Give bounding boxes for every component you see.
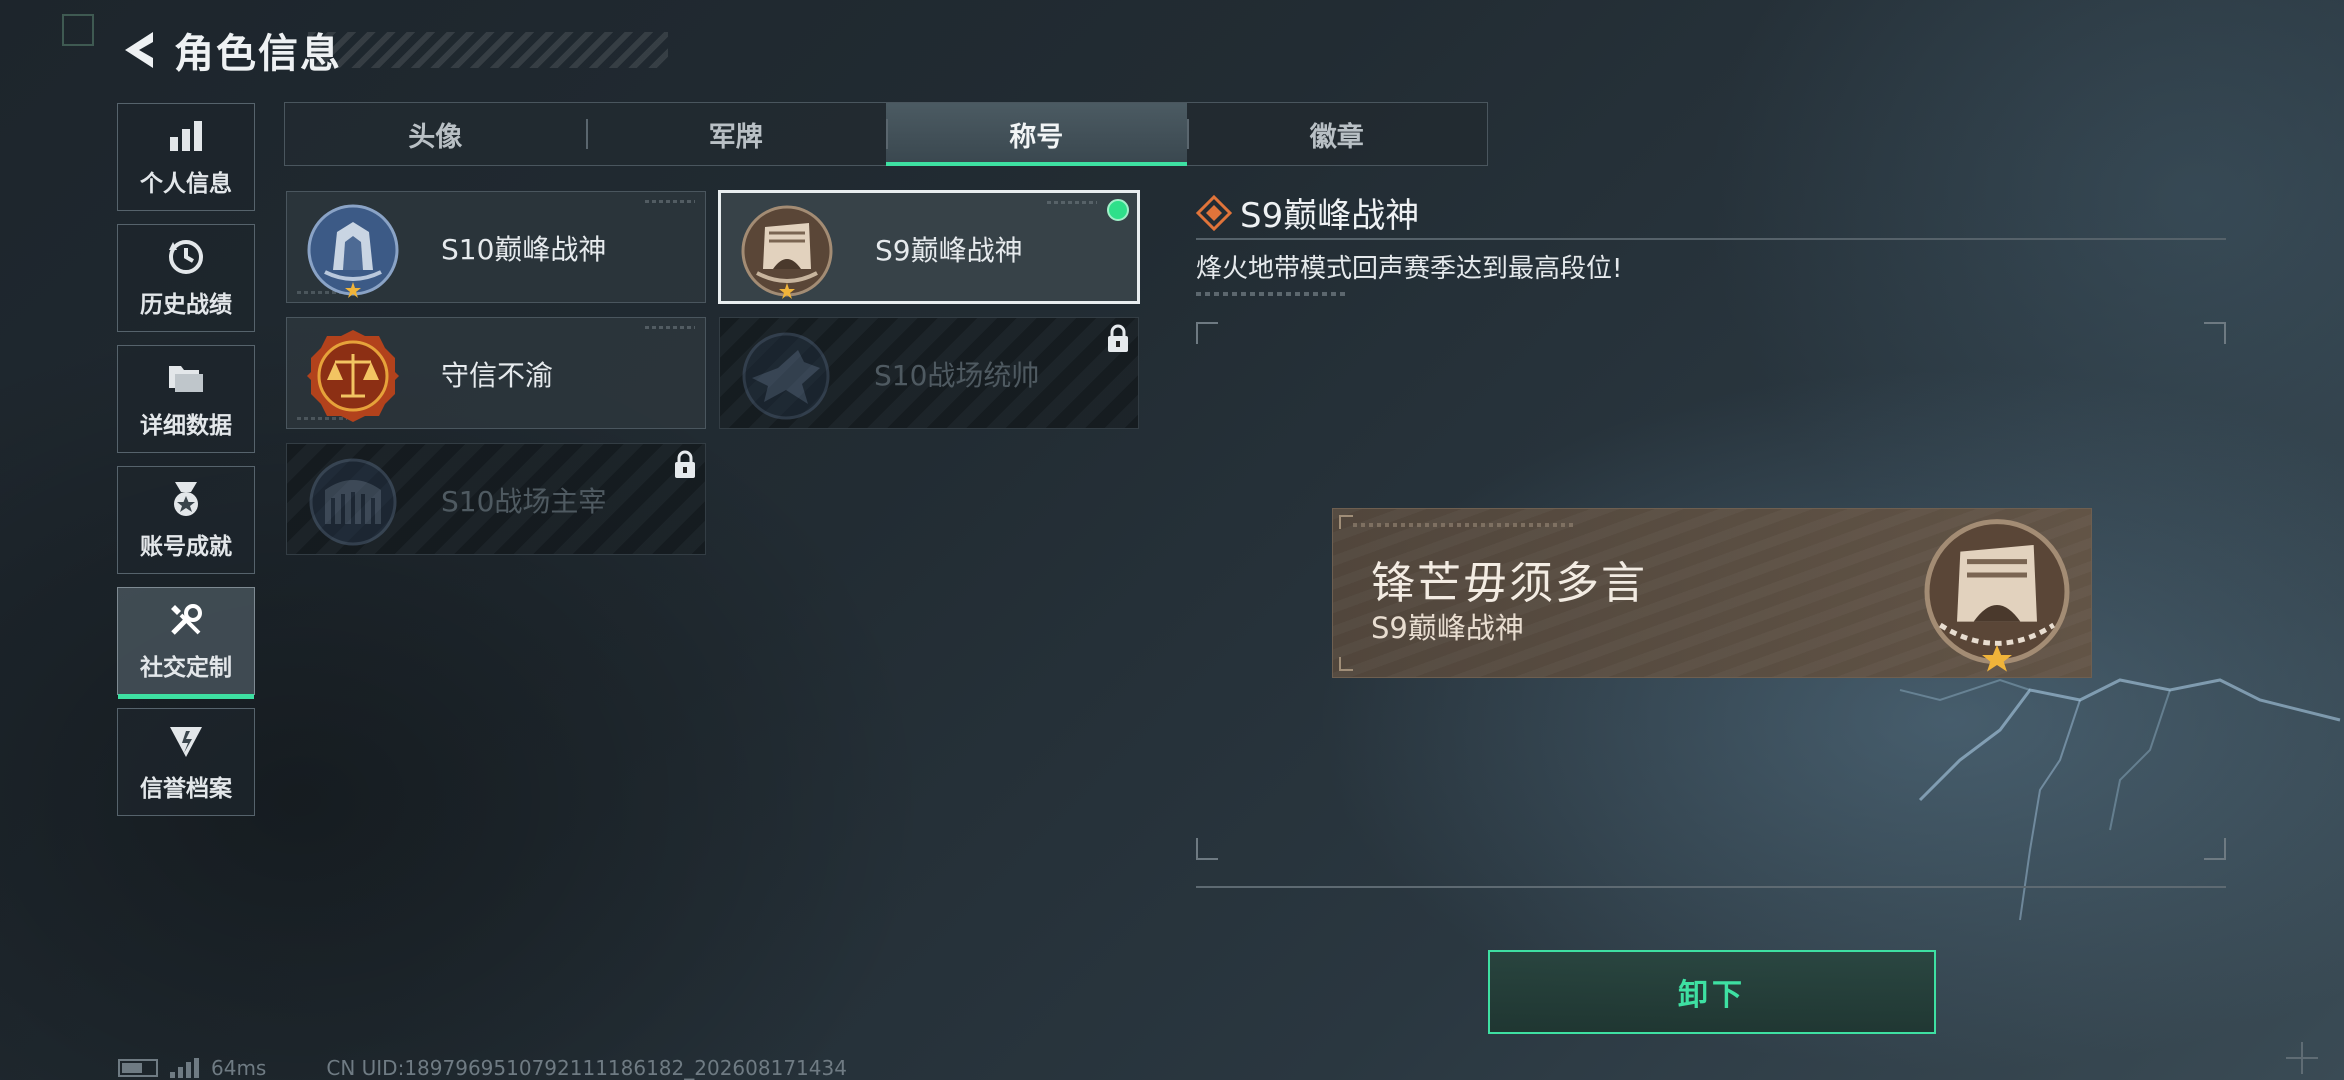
battery-icon <box>118 1059 158 1077</box>
detail-header: S9巅峰战神 <box>1196 188 1419 237</box>
nav-label: 个人信息 <box>140 171 232 197</box>
tab-dog-tag[interactable]: 军牌 <box>585 103 887 165</box>
title-card-label: S10战场统帅 <box>874 359 1040 392</box>
s10-dominator-emblem-icon <box>309 458 397 546</box>
equipped-indicator-icon <box>1107 199 1129 221</box>
page-header: 角色信息 <box>118 22 668 78</box>
tab-avatar[interactable]: 头像 <box>285 103 586 165</box>
side-nav: 个人信息 历史战绩 详细数据 账号成就 社交定制 信誉档案 <box>117 103 255 829</box>
scales-of-justice-emblem-icon <box>307 330 399 422</box>
folder-icon <box>166 358 206 398</box>
unequip-button-label: 卸下 <box>1678 978 1746 1013</box>
frame-bottom-divider <box>1196 886 2226 888</box>
lock-icon <box>675 450 695 478</box>
title-card-label: 守信不渝 <box>441 359 554 392</box>
nav-label: 详细数据 <box>140 413 232 439</box>
detail-dashes-decoration <box>1196 292 1346 296</box>
back-arrow-icon[interactable] <box>118 27 160 73</box>
bar-chart-icon <box>166 116 206 156</box>
nav-item-reputation[interactable]: 信誉档案 <box>117 708 255 816</box>
detail-divider <box>1196 238 2226 240</box>
title-card-selected[interactable]: S9巅峰战神 <box>718 190 1140 304</box>
frame-corner-tl <box>1196 322 1218 344</box>
diamond-title-icon <box>1196 194 1232 231</box>
preview-sub-text: S9巅峰战神 <box>1371 611 1524 645</box>
crosshair-plus-icon <box>2286 1042 2318 1074</box>
unequip-button[interactable]: 卸下 <box>1488 950 1936 1034</box>
header-hatch-decoration <box>308 32 668 68</box>
preview-main-text: 锋芒毋须多言 <box>1371 558 1647 609</box>
s9-peak-emblem-large-icon <box>1924 519 2070 672</box>
tab-badge[interactable]: 徽章 <box>1186 103 1488 165</box>
detail-description: 烽火地带模式回声赛季达到最高段位! <box>1196 254 1623 284</box>
tab-title[interactable]: 称号 <box>886 103 1187 166</box>
medal-icon <box>166 479 206 519</box>
corner-marker <box>62 14 94 46</box>
shield-emblem-icon <box>166 721 206 761</box>
nav-label: 历史战绩 <box>140 292 232 318</box>
category-tabs: 头像 军牌 称号 徽章 <box>284 102 1488 166</box>
s10-peak-emblem-icon <box>307 204 399 298</box>
nav-label: 账号成就 <box>140 534 232 560</box>
ping-text: 64ms <box>211 1056 267 1080</box>
title-card-locked[interactable]: S10战场统帅 <box>719 317 1139 429</box>
frame-corner-br <box>2204 838 2226 860</box>
history-clock-icon <box>166 237 206 277</box>
title-card-locked[interactable]: S10战场主宰 <box>286 443 706 555</box>
nav-item-personal-info[interactable]: 个人信息 <box>117 103 255 211</box>
s9-peak-emblem-icon <box>741 205 833 299</box>
detail-title: S9巅峰战神 <box>1240 196 1420 236</box>
title-card-label: S10战场主宰 <box>441 485 607 518</box>
nav-label: 社交定制 <box>140 655 232 681</box>
nav-item-detailed-data[interactable]: 详细数据 <box>117 345 255 453</box>
title-card[interactable]: S10巅峰战神 <box>286 191 706 303</box>
title-card[interactable]: 守信不渝 <box>286 317 706 429</box>
page-title: 角色信息 <box>174 31 342 77</box>
nav-item-social-custom[interactable]: 社交定制 <box>117 587 255 699</box>
title-preview-banner: 锋芒毋须多言 S9巅峰战神 <box>1332 508 2092 678</box>
frame-corner-bl <box>1196 838 1218 860</box>
nav-item-achievements[interactable]: 账号成就 <box>117 466 255 574</box>
frame-corner-tr <box>2204 322 2226 344</box>
wrench-screwdriver-icon <box>166 600 206 640</box>
nav-item-history[interactable]: 历史战绩 <box>117 224 255 332</box>
title-card-label: S9巅峰战神 <box>875 234 1023 267</box>
lock-icon <box>1108 324 1128 352</box>
status-bar: 64ms CN UID:1897969510792111186182_20260… <box>118 1056 847 1080</box>
nav-label: 信誉档案 <box>140 776 232 802</box>
title-card-label: S10巅峰战神 <box>441 233 607 266</box>
s10-commander-emblem-icon <box>742 332 830 420</box>
signal-icon <box>170 1058 199 1078</box>
uid-text: CN UID:1897969510792111186182_2026081714… <box>326 1056 847 1080</box>
